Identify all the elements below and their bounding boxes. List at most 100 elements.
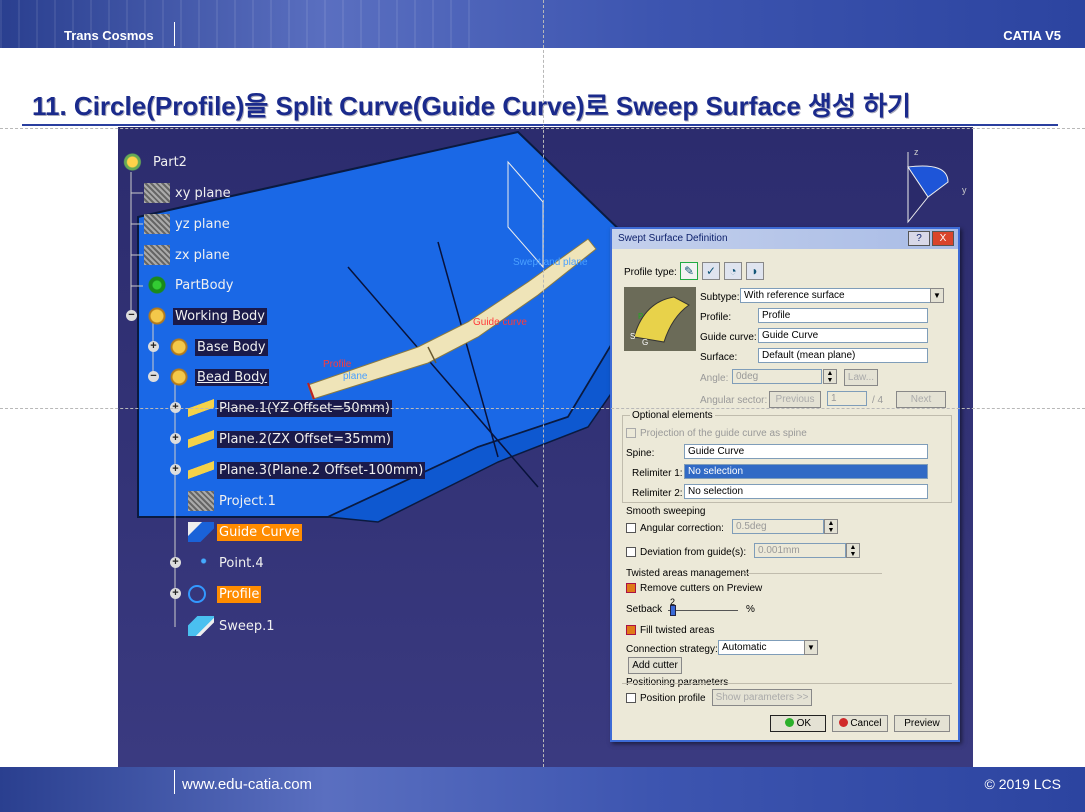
profile-type-line-icon[interactable]: ✓ [702,262,720,280]
ok-icon [784,718,794,727]
relimiter1-field[interactable]: No selection [684,464,928,479]
slide-title: 11. Circle(Profile)을 Split Curve(Guide C… [32,91,911,121]
footer-divider [174,770,175,794]
preview-button[interactable]: Preview [894,715,950,732]
collapse-toggle[interactable]: − [148,371,159,382]
specification-tree[interactable]: Part2 xy plane yz plane zx plane PartBod… [118,127,538,767]
smooth-sweeping-title: Smooth sweeping [626,506,706,517]
setback-slider-handle[interactable] [670,605,676,616]
twisted-areas-title: Twisted areas management [626,568,749,579]
expand-toggle[interactable]: + [170,433,181,444]
svg-text:G: G [642,338,648,347]
profile-type-explicit-icon[interactable]: ✎ [680,262,698,280]
tree-node-root[interactable]: Part2 [122,151,189,173]
position-profile-label: Position profile [640,693,706,704]
subtype-value: With reference surface [744,290,845,301]
profile-type-label: Profile type: [624,267,677,278]
tree-node-xy-plane[interactable]: xy plane [144,182,233,204]
projection-icon [188,491,214,511]
plane-icon [144,214,170,234]
projection-checkbox[interactable] [626,428,636,438]
angle-field[interactable]: 0deg [732,369,822,384]
expand-toggle[interactable]: + [148,341,159,352]
body-icon [166,367,192,387]
tree-node-plane-2[interactable]: Plane.2(ZX Offset=35mm) [188,428,393,450]
site-url: www.edu-catia.com [182,776,313,793]
tree-node-point-4[interactable]: Point.4 [188,552,266,574]
guide-curve-field-label: Guide curve: [700,332,757,343]
tree-node-label: Part2 [153,154,187,170]
spine-label: Spine: [626,448,655,459]
previous-button[interactable]: Previous [769,391,821,408]
law-button[interactable]: Law... [844,369,878,386]
fill-twisted-checkbox[interactable] [626,625,636,635]
subtype-label: Subtype: [700,292,740,303]
relimiter2-field[interactable]: No selection [684,484,928,499]
tree-node-zx-plane[interactable]: zx plane [144,244,232,266]
tree-node-label: zx plane [175,247,230,263]
position-profile-checkbox[interactable] [626,693,636,703]
profile-type-conic-icon[interactable]: ◗ [746,262,764,280]
tree-node-sweep-1[interactable]: Sweep.1 [188,615,277,637]
close-button[interactable]: X [932,231,954,246]
dialog-titlebar[interactable]: Swept Surface Definition ? X [612,229,958,249]
angular-correction-checkbox[interactable] [626,523,636,533]
add-cutter-button[interactable]: Add cutter [628,657,682,674]
divider [622,683,952,684]
angular-correction-spinner[interactable]: ▲ ▼ [824,519,838,534]
spine-field[interactable]: Guide Curve [684,444,928,459]
cancel-button[interactable]: Cancel [832,715,888,732]
angle-spinner[interactable]: ▲ ▼ [823,369,837,384]
tree-node-partbody[interactable]: PartBody [144,274,235,296]
plane-icon [144,245,170,265]
show-parameters-button[interactable]: Show parameters >> [712,689,812,706]
angular-correction-field[interactable]: 0.5deg [732,519,824,534]
help-button[interactable]: ? [908,231,930,246]
dialog-title: Swept Surface Definition [618,233,728,244]
tree-node-working-body[interactable]: Working Body [144,305,267,327]
divider [742,573,882,574]
guide-line [543,0,544,812]
tree-node-label: Sweep.1 [219,618,275,634]
tree-node-label: PartBody [175,277,234,293]
setback-slider-track[interactable] [668,610,738,611]
angle-label: Angle: [700,373,729,384]
brand-label: Trans Cosmos [64,28,154,43]
tree-node-yz-plane[interactable]: yz plane [144,213,232,235]
surface-field[interactable]: Default (mean plane) [758,348,928,363]
tree-node-profile[interactable]: Profile [188,583,262,605]
sector-field[interactable]: 1 [827,391,867,406]
profile-type-circle-icon[interactable]: ◔ [724,262,742,280]
profile-field[interactable]: Profile [758,308,928,323]
connection-strategy-select[interactable]: Automatic [718,640,818,655]
tree-node-plane-3[interactable]: Plane.3(Plane.2 Offset-100mm) [188,459,426,481]
chevron-down-icon[interactable]: ▼ [930,288,944,303]
fill-twisted-label: Fill twisted areas [640,625,715,636]
tree-node-guide-curve[interactable]: Guide Curve [188,521,302,543]
tree-node-label: Bead Body [195,368,270,386]
swept-surface-dialog[interactable]: Swept Surface Definition ? X Profile typ… [610,227,960,742]
tree-node-project-1[interactable]: Project.1 [188,490,278,512]
expand-toggle[interactable]: + [170,557,181,568]
tree-node-bead-body[interactable]: Bead Body [166,366,270,388]
next-button[interactable]: Next [896,391,946,408]
tree-node-base-body[interactable]: Base Body [166,336,268,358]
subtype-select[interactable]: With reference surface [740,288,944,303]
point-icon [188,553,214,573]
surface-field-label: Surface: [700,352,738,363]
chevron-down-icon[interactable]: ▼ [804,640,818,655]
remove-cutters-checkbox[interactable] [626,583,636,593]
circle-icon [188,585,206,603]
deviation-spinner[interactable]: ▲ ▼ [846,543,860,558]
deviation-checkbox[interactable] [626,547,636,557]
axis-z-label: z [914,147,919,157]
expand-toggle[interactable]: + [170,588,181,599]
ok-label: OK [796,718,812,729]
deviation-field[interactable]: 0.001mm [754,543,846,558]
ok-button[interactable]: OK [770,715,826,732]
collapse-toggle[interactable]: − [126,310,137,321]
guide-curve-field[interactable]: Guide Curve [758,328,928,343]
expand-toggle[interactable]: + [170,464,181,475]
tree-node-label: Point.4 [219,555,264,571]
svg-text:S: S [630,332,635,341]
